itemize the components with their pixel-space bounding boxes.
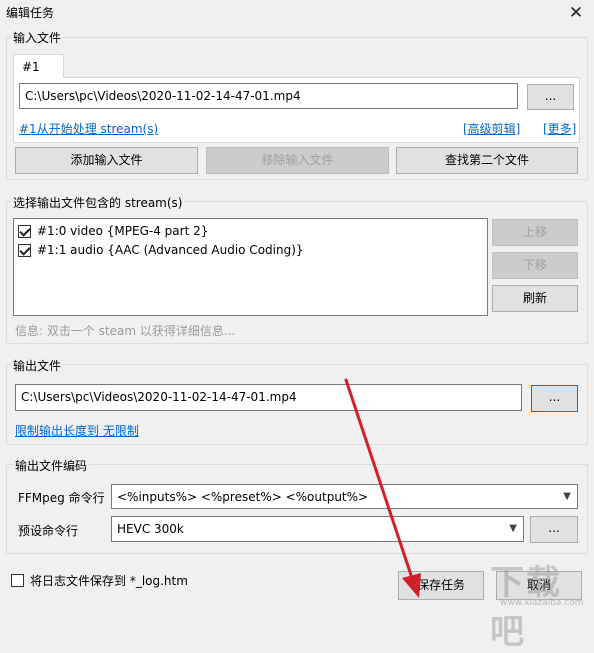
move-down-button[interactable]: 下移 [492,252,578,279]
move-up-button[interactable]: 上移 [492,219,578,246]
save-task-button[interactable]: 保存任务 [398,571,484,600]
input-files-group-label: 输入文件 [11,29,64,46]
remove-input-file-button[interactable]: 移除输入文件 [206,147,389,174]
ffmpeg-command-combo[interactable]: <%inputs%> <%preset%> <%output%> ▼ [111,484,578,509]
input-file-path-field[interactable]: C:\Users\pc\Videos\2020-11-02-14-47-01.m… [19,83,518,109]
preset-browse-button[interactable]: ... [530,516,578,543]
find-second-file-button[interactable]: 查找第二个文件 [396,147,578,174]
save-log-checkbox-row[interactable]: 将日志文件保存到 *_log.htm [11,572,188,589]
output-file-group-label: 输出文件 [11,357,64,374]
ffmpeg-command-label: FFMpeg 命令行 [18,491,105,505]
output-encoding-group-label: 输出文件编码 [13,457,90,474]
save-log-label: 将日志文件保存到 *_log.htm [30,574,188,588]
list-item[interactable]: #1:1 audio {AAC (Advanced Audio Coding)} [18,241,304,259]
preset-command-label: 预设命令行 [18,524,79,538]
stream-label: #1:1 audio {AAC (Advanced Audio Coding)} [37,243,304,257]
stream-label: #1:0 video {MPEG-4 part 2} [37,224,209,238]
input-browse-button[interactable]: ... [527,84,574,110]
stream-checkbox[interactable] [18,224,31,238]
tab-input-1[interactable]: #1 [13,54,64,78]
watermark-url: www.xiazaiba.com [500,598,584,608]
limit-output-length-link[interactable]: 限制输出长度到 无限制 [15,422,139,439]
stream-info-text: 信息: 双击一个 steam 以获得详细信息... [15,324,236,338]
window-title: 编辑任务 [6,6,55,20]
preset-value: HEVC 300k [117,522,184,536]
streams-group-label: 选择输出文件包含的 stream(s) [11,194,185,211]
advanced-cut-link[interactable]: [高级剪辑] [463,120,520,137]
add-input-file-button[interactable]: 添加输入文件 [15,147,198,174]
output-file-path-field[interactable]: C:\Users\pc\Videos\2020-11-02-14-47-01.m… [15,384,522,411]
ffmpeg-command-value: <%inputs%> <%preset%> <%output%> [117,490,369,504]
close-icon[interactable]: ✕ [564,2,588,24]
more-link[interactable]: [更多] [543,120,576,137]
output-browse-button[interactable]: ... [531,385,578,412]
chevron-down-icon[interactable]: ▼ [563,485,571,508]
stream-processing-link[interactable]: #1从开始处理 stream(s) [19,120,158,137]
stream-list[interactable]: #1:0 video {MPEG-4 part 2} #1:1 audio {A… [13,218,488,316]
save-log-checkbox[interactable] [11,574,24,587]
chevron-down-icon[interactable]: ▼ [509,517,517,541]
list-item[interactable]: #1:0 video {MPEG-4 part 2} [18,222,208,240]
stream-checkbox[interactable] [18,243,31,257]
preset-select[interactable]: HEVC 300k ▼ [111,516,524,542]
refresh-button[interactable]: 刷新 [492,285,578,312]
